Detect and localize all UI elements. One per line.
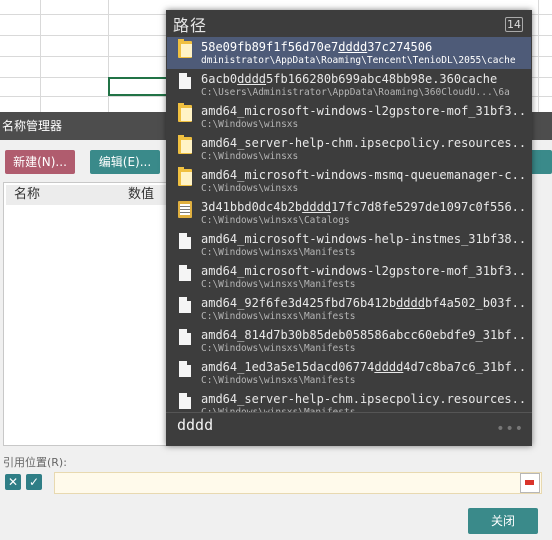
column-header-name[interactable]: 名称 xyxy=(6,185,120,205)
reference-label: 引用位置(R): xyxy=(3,456,67,469)
search-query-input[interactable]: dddd xyxy=(177,416,213,434)
result-item[interactable]: 58e09fb89f1f56d70e7dddd37c274506 dministr… xyxy=(167,37,531,69)
folder-icon xyxy=(178,103,192,122)
folder-icon xyxy=(178,135,192,154)
close-button[interactable]: 关闭 xyxy=(468,508,538,534)
result-name: amd64_microsoft-windows-msmq-queuemanage… xyxy=(201,168,525,182)
match-highlight: dddd xyxy=(396,296,425,310)
result-item[interactable]: amd64_92f6fe3d425fbd76b412bddddbf4a502_b… xyxy=(167,293,531,325)
confirm-edit-icon[interactable]: ✓ xyxy=(26,474,42,490)
new-button[interactable]: 新建(N)... xyxy=(5,150,75,174)
toolbar-button[interactable] xyxy=(530,150,552,174)
result-path: C:\Windows\winsxs\Manifests xyxy=(201,247,356,258)
file-icon xyxy=(179,297,191,313)
reference-input[interactable] xyxy=(54,472,542,494)
result-item[interactable]: 6acb0dddd5fb166280b699abc48bb98e.360cach… xyxy=(167,69,531,101)
file-icon xyxy=(179,233,191,249)
result-item[interactable]: 3d41bbd0dc4b2bdddd17fc7d8fe5297de1097c0f… xyxy=(167,197,531,229)
results-list[interactable]: 58e09fb89f1f56d70e7dddd37c274506 dministr… xyxy=(167,37,531,412)
file-icon xyxy=(179,329,191,345)
result-name: amd64_server-help-chm.ipsecpolicy.resour… xyxy=(201,392,525,406)
result-item[interactable]: amd64_server-help-chm.ipsecpolicy.resour… xyxy=(167,133,531,165)
file-icon xyxy=(179,361,191,377)
file-icon xyxy=(179,393,191,409)
result-item[interactable]: amd64_814d7b30b85deb058586abcc60ebdfe9_3… xyxy=(167,325,531,357)
result-path: C:\Users\Administrator\AppData\Roaming\3… xyxy=(201,87,510,98)
result-item[interactable]: amd64_1ed3a5e15dacd06774dddd4d7c8ba7c6_3… xyxy=(167,357,531,389)
result-path: C:\Windows\winsxs\Manifests xyxy=(201,311,356,322)
result-path: C:\Windows\winsxs\Manifests xyxy=(201,279,356,290)
result-item[interactable]: amd64_microsoft-windows-help-instmes_31b… xyxy=(167,229,531,261)
result-name: 58e09fb89f1f56d70e7dddd37c274506 xyxy=(201,40,433,54)
result-path: dministrator\AppData\Roaming\Tencent\Ten… xyxy=(201,55,516,66)
result-name: amd64_92f6fe3d425fbd76b412bddddbf4a502_b… xyxy=(201,296,525,310)
edit-button[interactable]: 编辑(E)... xyxy=(90,150,160,174)
result-count-badge: 14 xyxy=(505,17,523,32)
result-name: amd64_server-help-chm.ipsecpolicy.resour… xyxy=(201,136,525,150)
result-name: amd64_microsoft-windows-l2gpstore-mof_31… xyxy=(201,264,525,278)
result-path: C:\Windows\winsxs\Manifests xyxy=(201,343,356,354)
result-path: C:\Windows\winsxs xyxy=(201,151,299,162)
result-path: C:\Windows\winsxs\Catalogs xyxy=(201,215,350,226)
range-picker-icon[interactable] xyxy=(520,473,540,493)
cancel-edit-icon[interactable]: ✕ xyxy=(5,474,21,490)
folder-icon xyxy=(178,167,192,186)
result-name: 6acb0dddd5fb166280b699abc48bb98e.360cach… xyxy=(201,72,498,86)
folder-icon xyxy=(178,39,192,58)
result-item[interactable]: amd64_server-help-chm.ipsecpolicy.resour… xyxy=(167,389,531,412)
grid-col-line xyxy=(40,0,41,112)
result-path: C:\Windows\winsxs xyxy=(201,183,299,194)
names-list[interactable]: 名称 数值 xyxy=(3,182,174,446)
result-name: amd64_1ed3a5e15dacd06774dddd4d7c8ba7c6_3… xyxy=(201,360,525,374)
grid-col-line xyxy=(538,0,539,112)
match-highlight: dddd xyxy=(302,200,332,214)
result-name: 3d41bbd0dc4b2bdddd17fc7d8fe5297de1097c0f… xyxy=(201,200,525,214)
active-cell[interactable] xyxy=(108,77,170,96)
file-icon xyxy=(179,73,191,89)
divider xyxy=(166,412,532,413)
result-name: amd64_microsoft-windows-help-instmes_31b… xyxy=(201,232,525,246)
match-highlight: dddd xyxy=(338,40,368,54)
catalog-icon xyxy=(178,201,192,218)
result-path: C:\Windows\winsxs\Manifests xyxy=(201,375,356,386)
result-path: C:\Windows\winsxs xyxy=(201,119,299,130)
match-highlight: dddd xyxy=(374,360,404,374)
result-name: amd64_814d7b30b85deb058586abcc60ebdfe9_3… xyxy=(201,328,525,342)
path-search-popup: 路径 14 58e09fb89f1f56d70e7dddd37c274506 dm… xyxy=(166,10,532,446)
file-icon xyxy=(179,265,191,281)
result-item[interactable]: amd64_microsoft-windows-msmq-queuemanage… xyxy=(167,165,531,197)
result-item[interactable]: amd64_microsoft-windows-l2gpstore-mof_31… xyxy=(167,261,531,293)
more-options-icon[interactable]: ••• xyxy=(496,421,524,437)
popup-title: 路径 xyxy=(173,16,208,35)
result-name: amd64_microsoft-windows-l2gpstore-mof_31… xyxy=(201,104,525,118)
match-highlight: dddd xyxy=(237,72,267,86)
result-item[interactable]: amd64_microsoft-windows-l2gpstore-mof_31… xyxy=(167,101,531,133)
